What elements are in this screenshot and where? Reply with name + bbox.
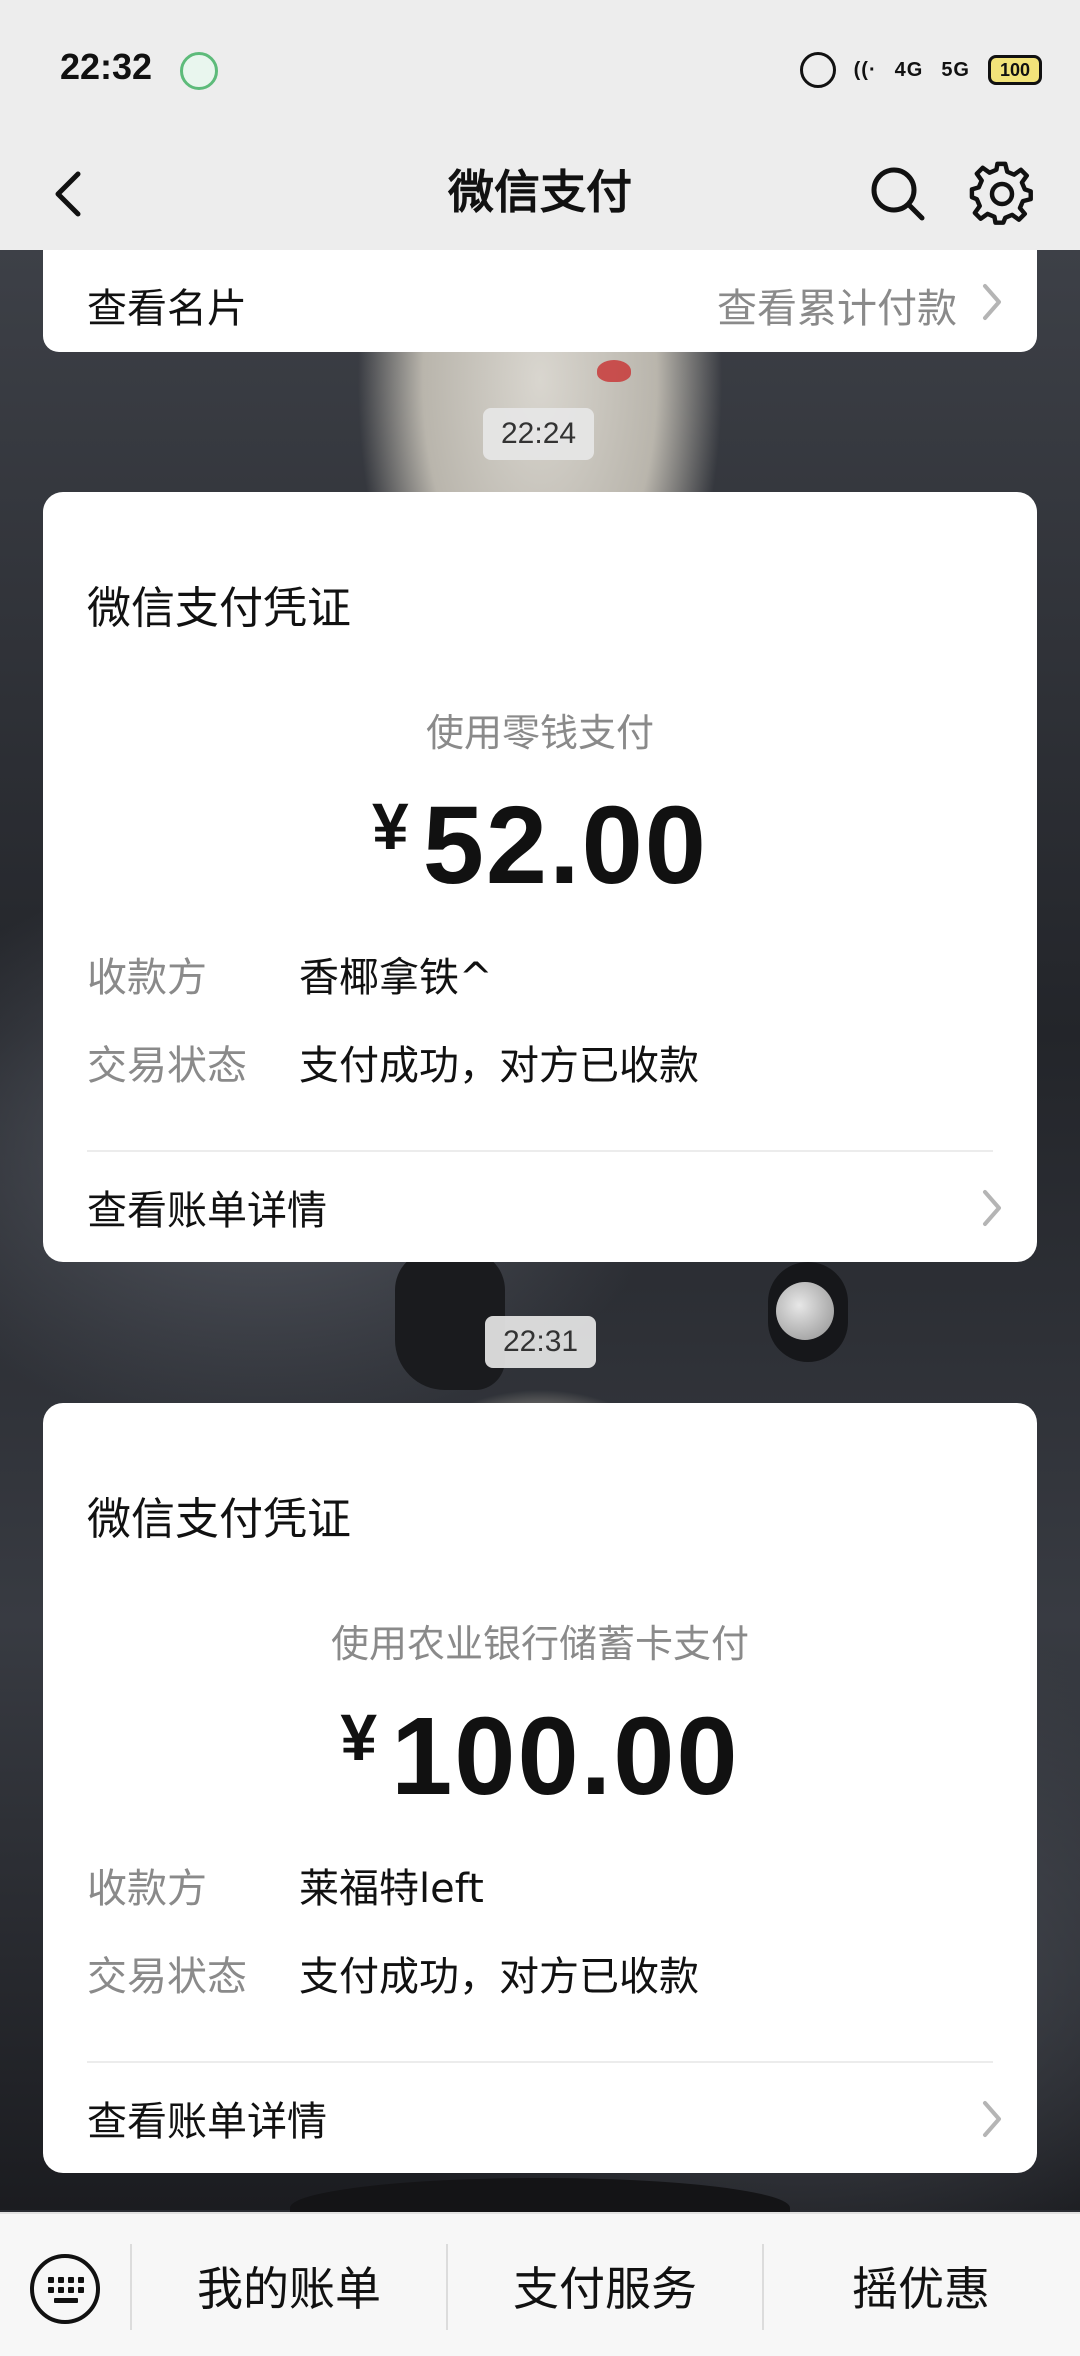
receipt-title: 微信支付凭证 bbox=[87, 1494, 351, 1545]
amount-value: 100.00 bbox=[391, 1695, 740, 1818]
receipt-title: 微信支付凭证 bbox=[87, 583, 351, 634]
payee-row: 收款方 香椰拿铁^ bbox=[87, 944, 493, 1004]
message-timestamp: 22:31 bbox=[485, 1316, 597, 1368]
app-notification-icon bbox=[180, 52, 218, 90]
view-bill-details-link[interactable]: 查看账单详情 bbox=[87, 2089, 327, 2147]
nav-bar: 微信支付 bbox=[0, 140, 1080, 250]
divider bbox=[87, 1150, 993, 1152]
heart-icon bbox=[799, 52, 836, 88]
bottom-menu-bar: 我的账单 支付服务 摇优惠 bbox=[0, 2212, 1080, 2356]
view-bill-details-link[interactable]: 查看账单详情 bbox=[87, 1178, 327, 1236]
status-label: 交易状态 bbox=[87, 1043, 247, 1089]
search-icon[interactable] bbox=[864, 160, 932, 228]
payment-receipt-card[interactable]: 微信支付凭证 使用零钱支付 ¥52.00 收款方 香椰拿铁^ 交易状态 支付成功… bbox=[43, 492, 1037, 1262]
currency-symbol: ¥ bbox=[340, 1700, 378, 1774]
tab-my-bills[interactable]: 我的账单 bbox=[132, 2256, 446, 2322]
payment-method: 使用农业银行储蓄卡支付 bbox=[330, 1622, 749, 1666]
chevron-right-icon bbox=[979, 2099, 1005, 2139]
payee-row: 收款方 莱福特left bbox=[87, 1855, 484, 1915]
tab-payment-services[interactable]: 支付服务 bbox=[448, 2256, 762, 2322]
wallpaper-detail bbox=[776, 1282, 834, 1340]
payee-label: 收款方 bbox=[87, 955, 207, 1001]
view-total-payments-link[interactable]: 查看累计付款 bbox=[717, 276, 957, 334]
battery-icon: 100 bbox=[988, 55, 1042, 85]
status-time: 22:32 bbox=[60, 46, 153, 87]
wifi-icon: ((· bbox=[853, 58, 877, 81]
view-business-card-link[interactable]: 查看名片 bbox=[87, 276, 247, 334]
status-indicators: ((· 4G 5G 100 bbox=[799, 50, 1042, 90]
signal-5g-icon: 5G bbox=[941, 58, 970, 81]
chevron-right-icon bbox=[979, 1188, 1005, 1228]
status-row: 交易状态 支付成功，对方已收款 bbox=[87, 1032, 699, 1092]
divider bbox=[87, 2061, 993, 2063]
status-row: 交易状态 支付成功，对方已收款 bbox=[87, 1943, 699, 2003]
payee-name: 香椰拿铁^ bbox=[299, 955, 493, 1001]
gear-icon[interactable] bbox=[968, 160, 1036, 228]
signal-4g-icon: 4G bbox=[894, 58, 924, 81]
payee-label: 收款方 bbox=[87, 1866, 207, 1912]
tab-shake-offers[interactable]: 摇优惠 bbox=[764, 2256, 1078, 2322]
transaction-status: 支付成功，对方已收款 bbox=[299, 1954, 699, 2000]
message-timestamp: 22:24 bbox=[483, 408, 595, 460]
chevron-right-icon bbox=[979, 282, 1005, 322]
status-bar: 22:32 ((· 4G 5G 100 bbox=[0, 0, 1080, 140]
payee-info-card: 查看名片 查看累计付款 bbox=[43, 250, 1037, 352]
payee-name: 莱福特left bbox=[299, 1866, 484, 1912]
payment-amount: ¥52.00 bbox=[43, 782, 1037, 909]
amount-value: 52.00 bbox=[422, 784, 708, 907]
currency-symbol: ¥ bbox=[372, 789, 409, 863]
payment-receipt-card[interactable]: 微信支付凭证 使用农业银行储蓄卡支付 ¥100.00 收款方 莱福特left 交… bbox=[43, 1403, 1037, 2173]
payment-amount: ¥100.00 bbox=[43, 1693, 1037, 1820]
status-label: 交易状态 bbox=[87, 1954, 247, 2000]
wallpaper-detail bbox=[597, 360, 631, 382]
payment-method: 使用零钱支付 bbox=[425, 711, 654, 755]
keyboard-icon[interactable] bbox=[28, 2252, 102, 2326]
transaction-status: 支付成功，对方已收款 bbox=[299, 1043, 699, 1089]
